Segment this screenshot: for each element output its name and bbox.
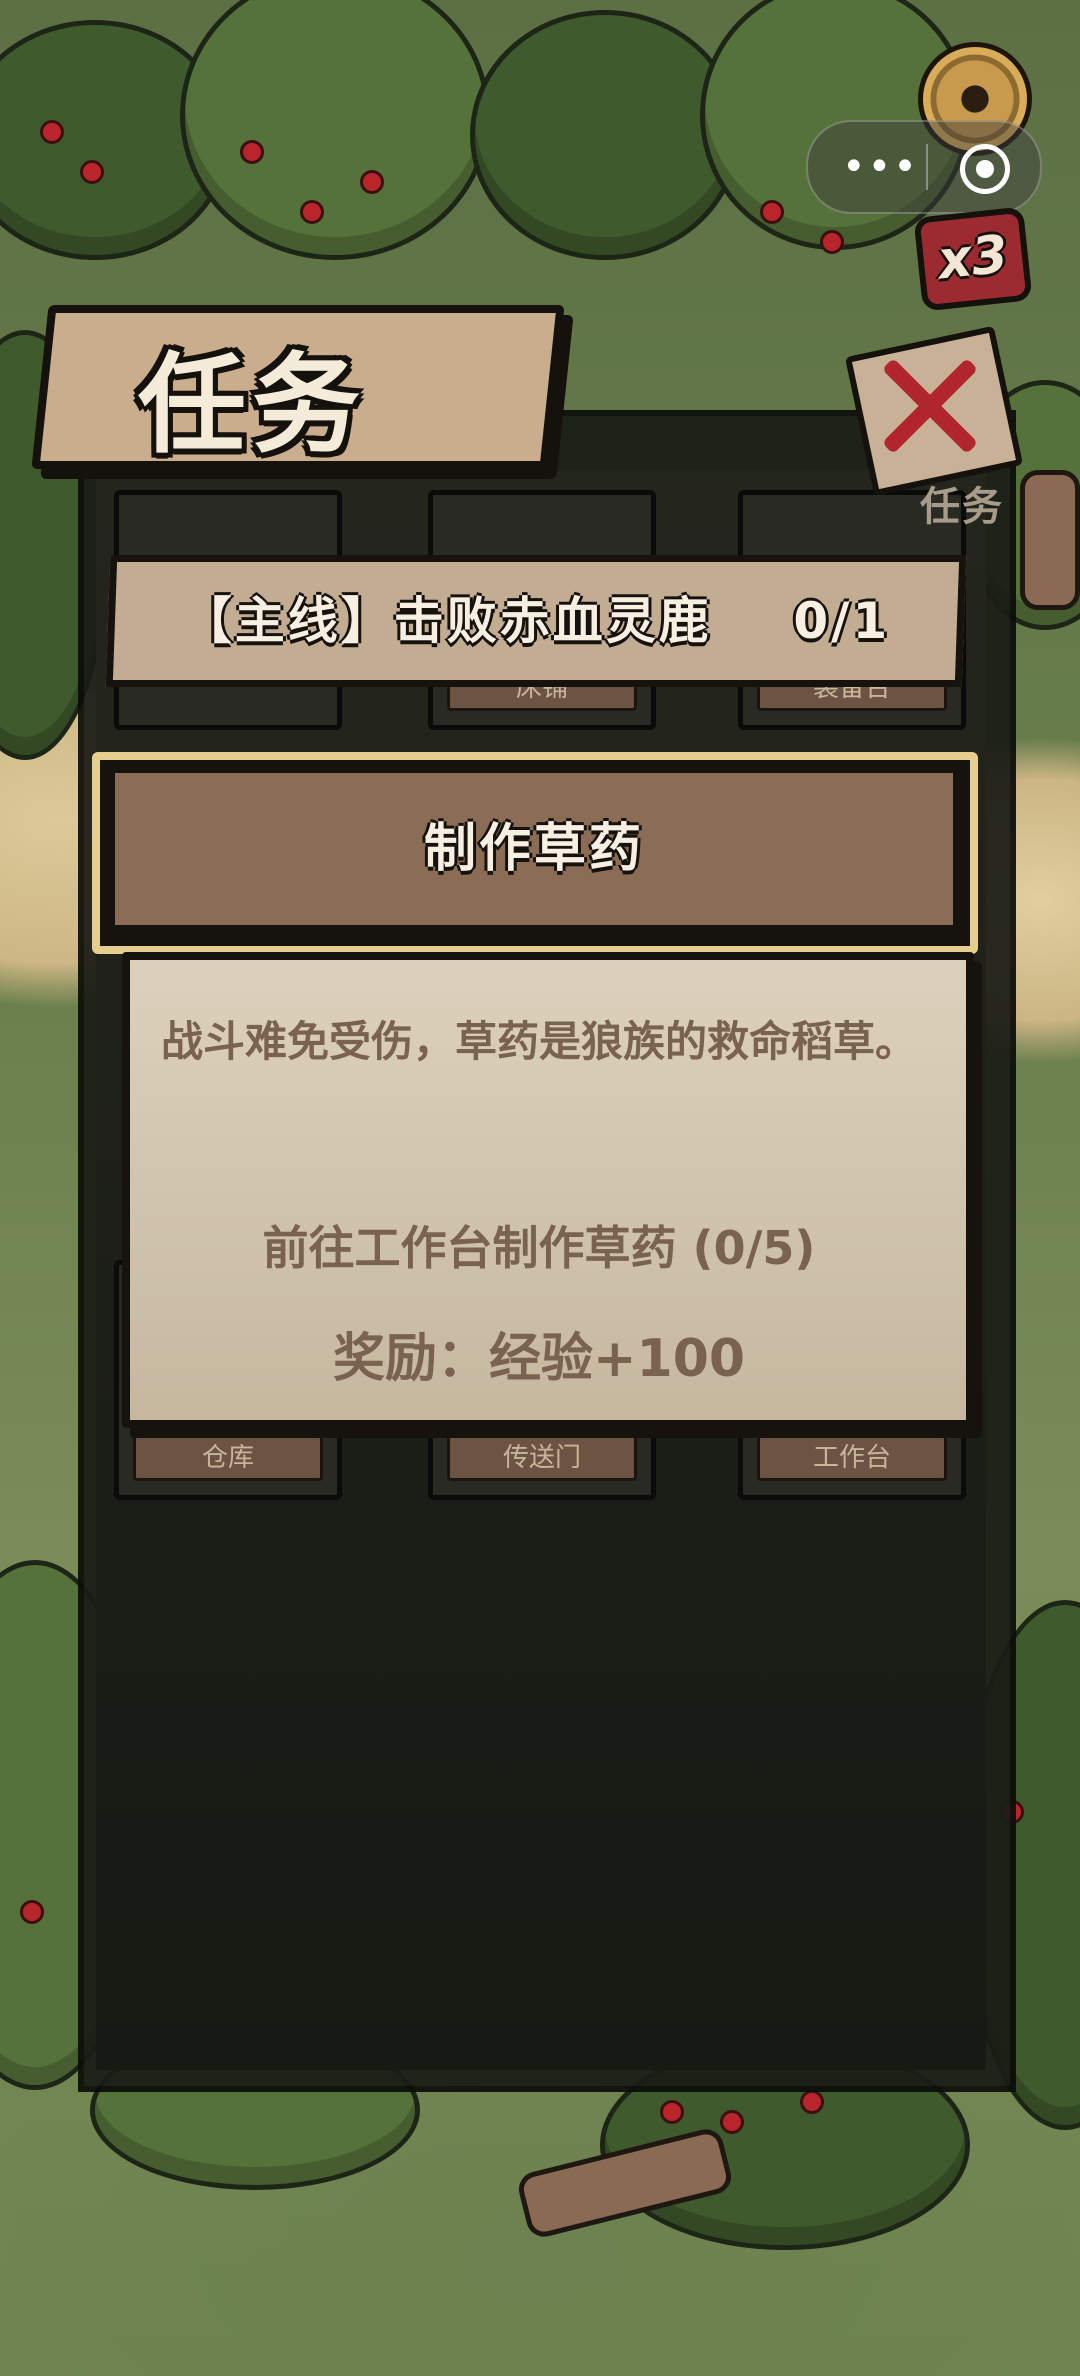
berry	[820, 230, 844, 254]
berry	[660, 2100, 684, 2124]
berry	[20, 1900, 44, 1924]
quest-description: 战斗难免受伤，草药是狼族的救命稻草。	[160, 1017, 917, 1066]
berry	[300, 200, 324, 224]
game-screen: 床铺 装备台 仓库 传送门 工作台 任务 任务 ••• x3 【主线】击败赤血灵…	[0, 0, 1080, 2376]
exit-target-icon[interactable]	[960, 144, 1010, 194]
quest-title: 【主线】击败赤血灵鹿	[181, 592, 712, 650]
berry	[800, 2090, 824, 2114]
berry	[40, 120, 64, 144]
speed-multiplier-button[interactable]: x3	[913, 206, 1033, 312]
panel-title: 任务	[138, 343, 367, 468]
berry	[720, 2110, 744, 2134]
quest-reward: 奖励：经验+100	[332, 1329, 746, 1389]
miniprogram-capsule: •••	[806, 120, 1042, 214]
close-caption: 任务	[920, 484, 1004, 530]
berry	[360, 170, 384, 194]
capsule-divider	[926, 144, 928, 190]
slot-label: 仓库	[133, 1435, 323, 1481]
berry	[240, 140, 264, 164]
more-menu-button[interactable]: •••	[842, 147, 919, 187]
quest-objective: 前往工作台制作草药 (0/5)	[262, 1221, 816, 1275]
slot-label: 传送门	[447, 1435, 637, 1481]
close-button[interactable]	[844, 325, 1024, 497]
berry	[80, 160, 104, 184]
bush	[470, 10, 740, 260]
slot-label: 工作台	[757, 1435, 947, 1481]
berry	[760, 200, 784, 224]
quest-item-main-label: 【主线】击败赤血灵鹿 0/1	[108, 555, 964, 687]
quest-item-selected-label: 制作草药	[423, 819, 644, 879]
fallen-log	[1020, 470, 1080, 610]
quest-progress: 0/1	[793, 592, 891, 650]
